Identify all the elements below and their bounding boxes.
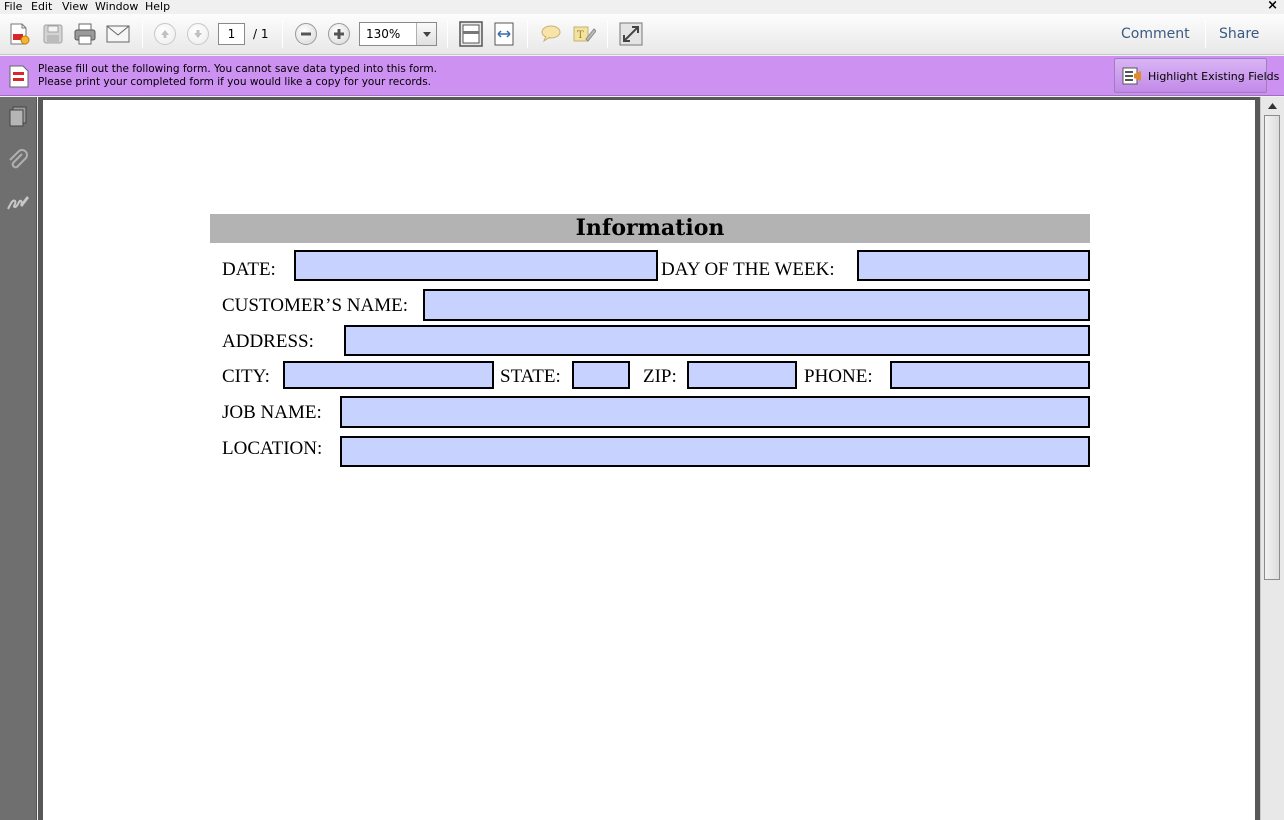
page-total: / 1 (253, 27, 269, 41)
fit-page-icon (459, 21, 483, 47)
previous-page-button[interactable] (151, 20, 179, 48)
form-document-icon (9, 65, 29, 88)
toolbar-separator (142, 20, 143, 48)
menu-edit[interactable]: Edit (31, 0, 52, 13)
zoom-dropdown-button[interactable] (416, 23, 436, 45)
day-of-week-label: DAY OF THE WEEK: (661, 259, 835, 280)
customer-name-field[interactable] (423, 289, 1090, 321)
close-window-button[interactable]: × (1267, 0, 1278, 13)
toolbar-separator (1205, 20, 1206, 48)
full-screen-icon (619, 22, 643, 46)
menu-help[interactable]: Help (145, 0, 170, 13)
next-page-icon (194, 30, 202, 38)
scroll-thumb[interactable] (1264, 115, 1280, 580)
zoom-out-button[interactable] (292, 20, 320, 48)
job-name-label: JOB NAME: (222, 402, 322, 423)
arrow-up-icon (1267, 103, 1277, 109)
zoom-value: 130% (366, 27, 401, 41)
sticky-note-button[interactable] (537, 20, 565, 48)
sticky-note-icon (541, 25, 561, 43)
highlight-text-icon: T (573, 26, 596, 42)
scroll-up-button[interactable] (1264, 99, 1280, 113)
menu-window[interactable]: Window (95, 0, 138, 13)
form-section-header: Information (210, 214, 1090, 243)
fit-width-icon (494, 22, 514, 46)
highlight-existing-fields-button[interactable]: Highlight Existing Fields (1114, 58, 1279, 93)
print-icon (74, 23, 96, 45)
save-button[interactable] (39, 20, 67, 48)
toolbar-separator (447, 20, 448, 48)
highlight-text-button[interactable]: T (570, 20, 598, 48)
create-pdf-button[interactable] (5, 20, 33, 48)
form-title: Information (575, 215, 725, 241)
location-label: LOCATION: (222, 438, 323, 459)
day-of-week-field[interactable] (857, 250, 1090, 281)
address-field[interactable] (344, 325, 1090, 356)
pages-icon[interactable] (6, 105, 30, 129)
navigation-pane (0, 97, 37, 820)
share-button[interactable]: Share (1219, 26, 1259, 42)
full-screen-button[interactable] (617, 20, 645, 48)
address-label: ADDRESS: (222, 331, 314, 352)
vertical-scrollbar[interactable] (1260, 97, 1284, 820)
document-viewport: Information DATE: DAY OF THE WEEK: CUSTO… (38, 97, 1260, 820)
print-button[interactable] (71, 20, 99, 48)
city-label: CITY: (222, 366, 270, 387)
menu-file[interactable]: File (4, 0, 22, 13)
city-field[interactable] (283, 361, 494, 389)
form-notification-bar: Please fill out the following form. You … (0, 56, 1284, 96)
zoom-select[interactable]: 130% (359, 22, 437, 46)
chevron-down-icon (422, 31, 431, 37)
menu-view[interactable]: View (62, 0, 88, 13)
email-icon (106, 25, 130, 43)
highlight-fields-label: Highlight Existing Fields (1148, 70, 1280, 83)
zoom-in-button[interactable] (325, 20, 353, 48)
save-icon (43, 24, 63, 44)
toolbar-separator (607, 20, 608, 48)
zoom-in-icon (334, 29, 344, 39)
notice-line-2: Please print your completed form if you … (38, 76, 431, 88)
zip-label: ZIP: (643, 366, 677, 387)
pdf-page: Information DATE: DAY OF THE WEEK: CUSTO… (43, 100, 1255, 820)
date-label: DATE: (222, 259, 276, 280)
job-name-field[interactable] (340, 396, 1090, 428)
svg-text:T: T (577, 30, 584, 41)
toolbar-separator (282, 20, 283, 48)
highlight-fields-icon (1122, 67, 1141, 85)
previous-page-icon (161, 30, 169, 38)
next-page-button[interactable] (184, 20, 212, 48)
signatures-icon[interactable] (6, 191, 30, 215)
phone-label: PHONE: (804, 366, 873, 387)
page-number-input[interactable]: 1 (218, 23, 245, 45)
customer-name-label: CUSTOMER’S NAME: (222, 295, 408, 316)
menu-bar: File Edit View Window Help × (0, 0, 1284, 14)
attachments-icon[interactable] (6, 148, 30, 172)
fit-page-button[interactable] (457, 20, 485, 48)
state-label: STATE: (500, 366, 561, 387)
fit-width-button[interactable] (490, 20, 518, 48)
comment-button[interactable]: Comment (1121, 26, 1190, 42)
state-field[interactable] (572, 361, 630, 389)
zip-field[interactable] (687, 361, 797, 389)
email-button[interactable] (104, 20, 132, 48)
phone-field[interactable] (890, 361, 1090, 389)
toolbar: 1 / 1 130% T Comment Share (0, 14, 1284, 55)
date-field[interactable] (294, 250, 658, 281)
create-pdf-icon (10, 23, 30, 45)
notice-line-1: Please fill out the following form. You … (38, 63, 437, 75)
toolbar-separator (527, 20, 528, 48)
location-field[interactable] (340, 436, 1090, 467)
zoom-out-icon (301, 32, 311, 36)
